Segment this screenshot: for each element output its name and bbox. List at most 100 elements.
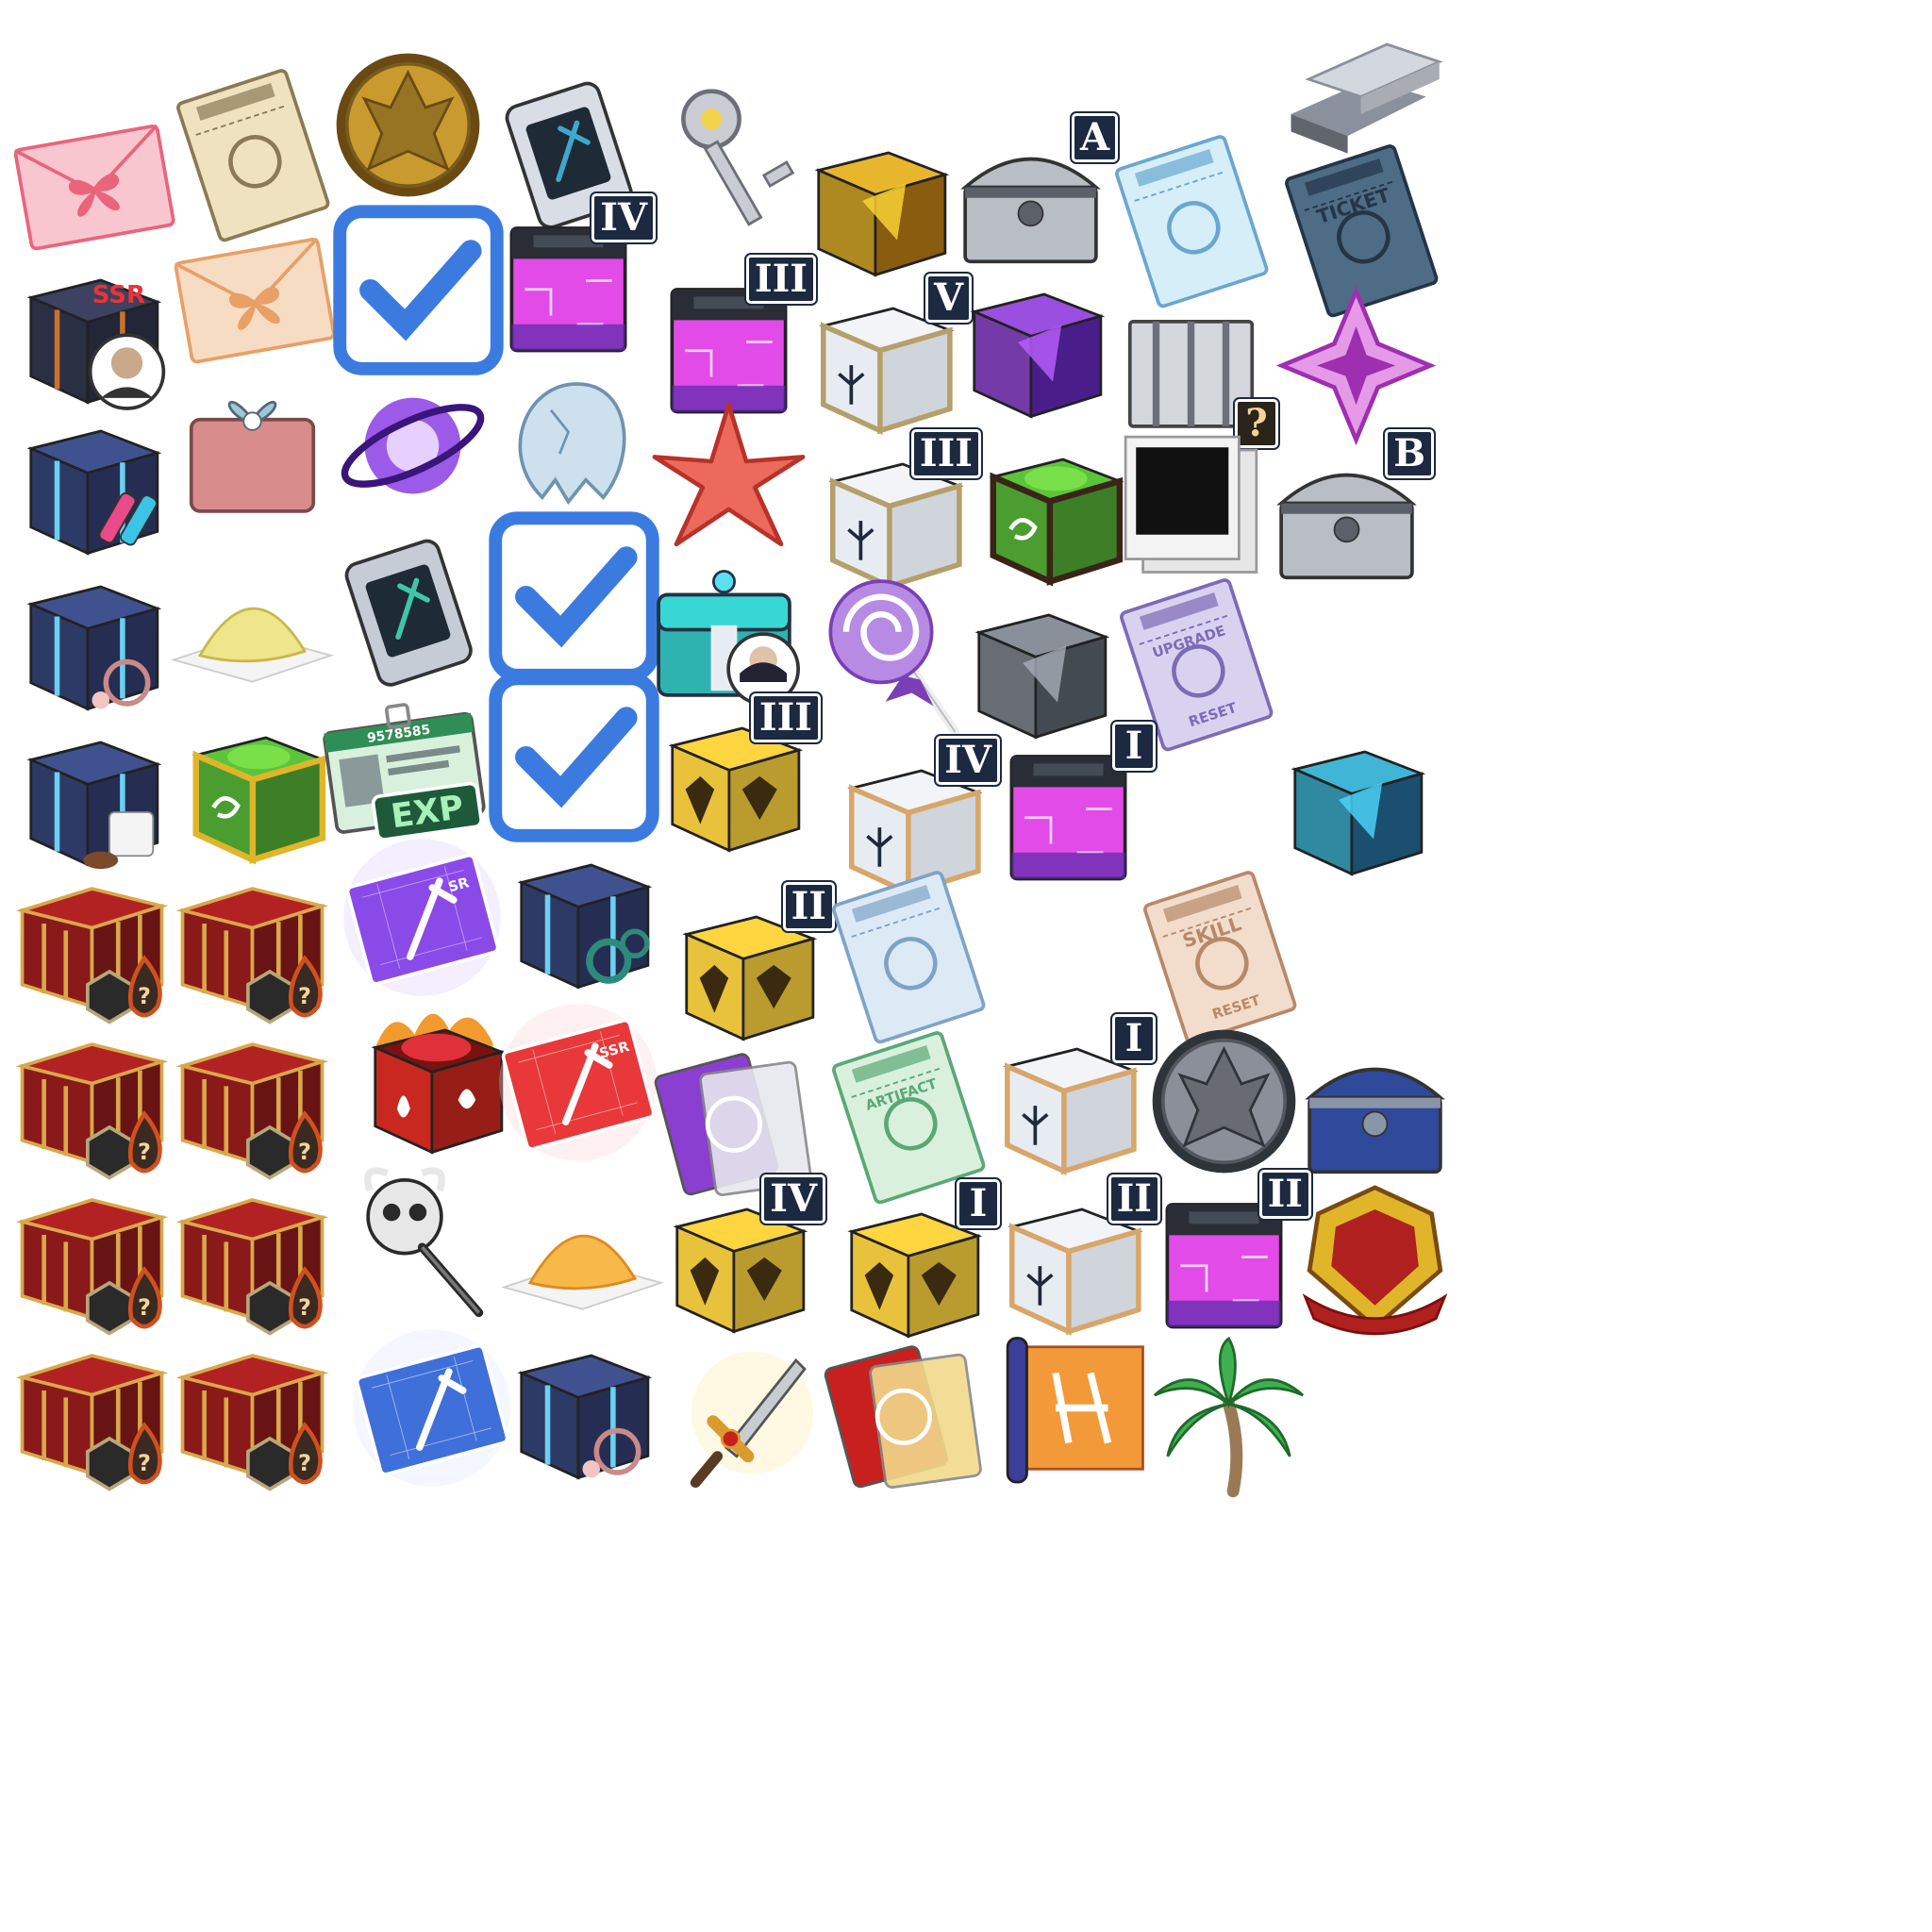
item-icon-chest-box[interactable]: [637, 542, 811, 717]
item-icon-gold-box[interactable]: IV: [651, 1174, 825, 1349]
starfish-icon: [652, 402, 806, 547]
gift-box-icon: [26, 278, 166, 410]
red-crate-icon: ?: [175, 887, 329, 1024]
svg-text:?: ?: [298, 1294, 311, 1321]
item-icon-neon-box[interactable]: II: [1137, 1170, 1311, 1344]
ticket-icon: [832, 871, 986, 1044]
svg-text:?: ?: [298, 983, 311, 1009]
item-icon-ticket[interactable]: [821, 868, 995, 1044]
item-icon-powder[interactable]: [165, 538, 340, 712]
item-icon-key[interactable]: [641, 75, 816, 250]
item-icon-egg[interactable]: [481, 349, 656, 524]
item-icon-red-crate[interactable]: ?: [5, 1009, 179, 1184]
red-crate-icon: ?: [15, 1198, 169, 1336]
item-icon-gold-box[interactable]: III: [646, 693, 821, 868]
item-icon-star-gem[interactable]: [1269, 278, 1443, 453]
item-icon-red-crate[interactable]: ?: [5, 854, 179, 1028]
item-icon-ring-case[interactable]: [481, 509, 659, 684]
svg-text:?: ?: [138, 1139, 151, 1165]
item-icon-gift-box[interactable]: [495, 830, 670, 1005]
item-icon-red-crate[interactable]: ?: [165, 1165, 340, 1340]
card-case-icon: [344, 539, 473, 687]
svg-text:?: ?: [298, 1139, 311, 1165]
cube-icon: [970, 292, 1106, 419]
item-icon-gift-box[interactable]: SSR: [5, 245, 179, 420]
chest-icon: [1305, 1067, 1445, 1174]
item-icon-red-crate[interactable]: ?: [5, 1321, 179, 1495]
item-icon-ring-case[interactable]: [325, 203, 504, 377]
envelope-icon: [13, 124, 175, 251]
item-icon-envelope[interactable]: [165, 203, 340, 377]
scroll-icon: [1006, 1337, 1144, 1484]
tier-badge: IV: [761, 1174, 825, 1224]
svg-text:?: ?: [138, 1294, 151, 1321]
checkmark-icon: [489, 511, 659, 682]
item-icon-id-card[interactable]: 9578585 EXP: [316, 679, 491, 854]
red-crate-icon: ?: [175, 1354, 329, 1491]
item-icon-envelope[interactable]: [5, 90, 179, 264]
item-icon-scroll[interactable]: [986, 1321, 1160, 1495]
checkmark-icon: [333, 205, 504, 375]
item-icon-dagger[interactable]: [665, 1325, 840, 1500]
item-icon-gift-box[interactable]: [5, 396, 179, 571]
item-icon-blueprint[interactable]: SR: [335, 830, 509, 1005]
item-icon-neon-box[interactable]: IV: [481, 193, 656, 368]
tier-badge: I: [1112, 722, 1156, 771]
powder-icon: [501, 1234, 664, 1310]
item-icon-coin[interactable]: [1137, 1014, 1311, 1189]
item-icon-chest[interactable]: [1288, 1024, 1462, 1198]
item-icon-red-crate[interactable]: ?: [165, 1321, 340, 1495]
cube-icon: [1291, 750, 1426, 876]
item-icon-cube[interactable]: [948, 259, 1123, 434]
envelope-icon: [174, 237, 336, 364]
item-icon-neon-box[interactable]: I: [981, 722, 1156, 896]
item-icon-cards[interactable]: [821, 1321, 995, 1495]
item-icon-photo[interactable]: [1104, 415, 1278, 590]
item-icon-starfish[interactable]: [641, 391, 816, 566]
egg-icon: [518, 382, 626, 506]
item-icon-chest[interactable]: B: [1259, 429, 1434, 604]
item-icon-coin[interactable]: [321, 38, 495, 212]
item-icon-wrapped-gift[interactable]: [165, 358, 340, 533]
item-icon-sheet: A TICKET SSR IV III V ? III B UPGRADE RE…: [0, 0, 1932, 1932]
tier-badge: B: [1385, 429, 1434, 478]
gift-box-icon: [517, 863, 653, 990]
skull-key-icon: [364, 1167, 484, 1318]
blueprint-icon: [353, 1329, 510, 1487]
wrapped-gift-icon: [189, 400, 316, 513]
item-icon-orb[interactable]: [325, 358, 500, 533]
crest-icon: [1302, 1185, 1448, 1336]
item-icon-crystal-box[interactable]: I: [981, 1014, 1156, 1189]
cards-icon: [824, 1345, 982, 1490]
item-icon-skull-key[interactable]: [335, 1156, 509, 1330]
blueprint-icon: SSR: [499, 1004, 657, 1161]
checkmark-icon: [489, 672, 659, 842]
item-icon-ticket[interactable]: ARTIFACT: [821, 1028, 995, 1205]
item-icon-blueprint[interactable]: [344, 1321, 519, 1495]
cube-icon: [814, 151, 950, 277]
item-icon-card-case[interactable]: [321, 524, 495, 698]
photo-icon: [1124, 435, 1258, 574]
item-icon-crest[interactable]: [1288, 1174, 1462, 1349]
chest-box-icon: [657, 570, 800, 706]
item-icon-powder[interactable]: [495, 1165, 670, 1340]
item-icon-palm[interactable]: [1141, 1325, 1316, 1500]
item-icon-blueprint[interactable]: SSR: [491, 995, 665, 1170]
item-icon-red-crate[interactable]: ?: [5, 1165, 179, 1340]
item-icon-cube[interactable]: [792, 118, 967, 292]
powder-icon: [171, 607, 334, 683]
item-icon-red-crate[interactable]: ?: [165, 854, 340, 1028]
gift-box-icon: [26, 429, 162, 556]
item-icon-gift-box[interactable]: [495, 1321, 670, 1495]
item-icon-cube[interactable]: [1269, 717, 1443, 891]
item-icon-crystal-box[interactable]: V: [797, 274, 972, 448]
item-icon-gift-box[interactable]: [5, 552, 179, 726]
red-crate-icon: ?: [175, 1198, 329, 1336]
coin-icon: [336, 53, 480, 197]
red-crate-icon: ?: [15, 1042, 169, 1180]
item-icon-ring-case[interactable]: [481, 670, 659, 844]
gift-box-icon: [517, 1354, 653, 1480]
item-icon-red-crate[interactable]: ?: [165, 1009, 340, 1184]
palm-icon: [1153, 1336, 1305, 1498]
red-crate-icon: ?: [175, 1042, 329, 1180]
